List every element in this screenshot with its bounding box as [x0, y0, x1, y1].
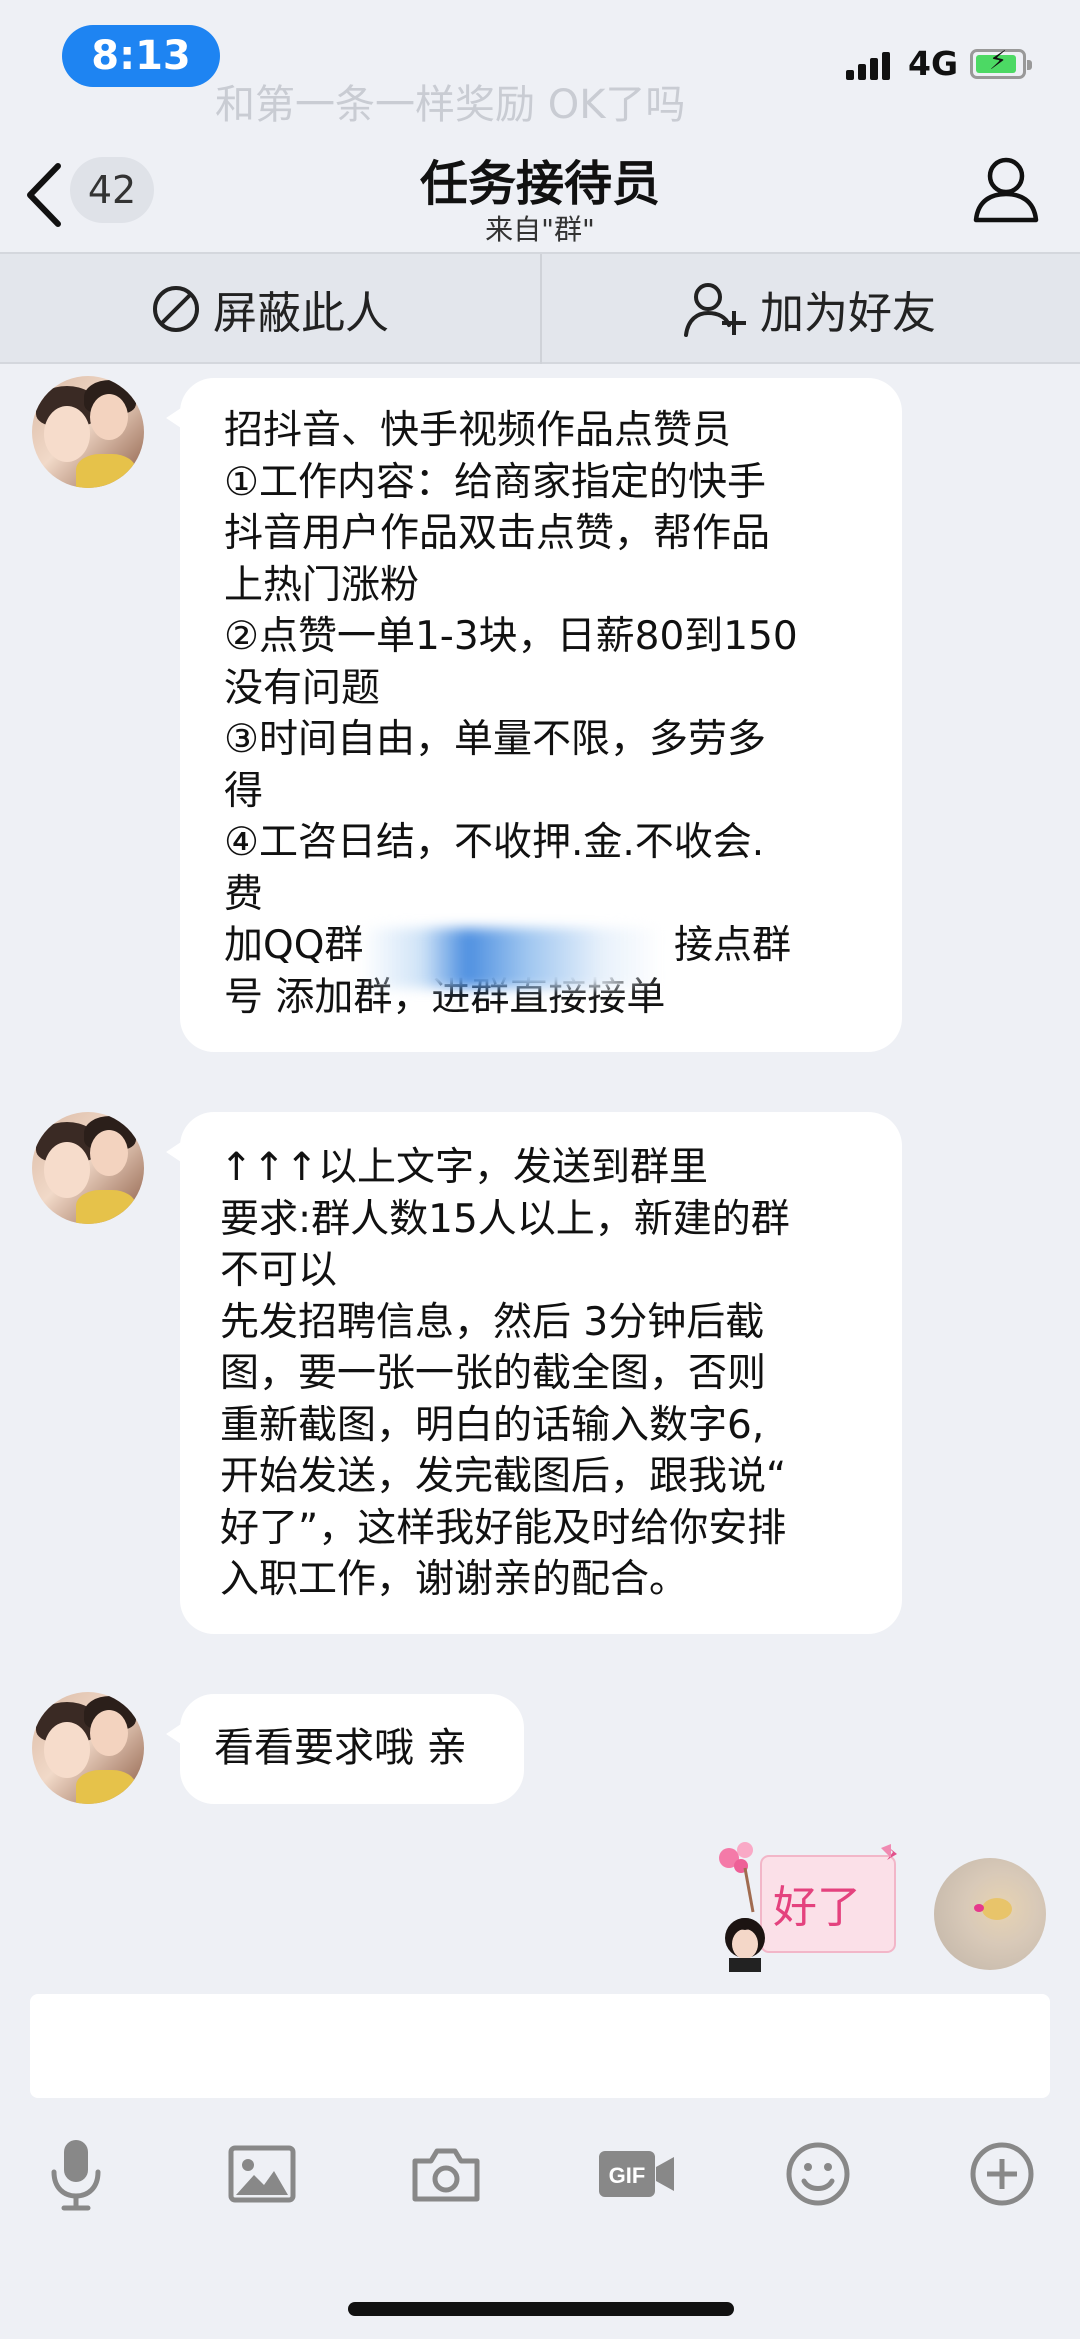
message-line: 不可以 — [220, 1248, 338, 1293]
status-time: 8:13 — [62, 25, 220, 87]
sticker-text: 好了 — [773, 1883, 861, 1932]
message-line: 开始发送，发完截图后，跟我说“ — [220, 1454, 787, 1499]
sender-avatar[interactable] — [32, 1112, 144, 1224]
status-bar: 8:13 和第一条一样奖励 OK了吗 4G ⚡ — [0, 0, 1080, 130]
add-friend-icon — [684, 283, 746, 337]
stranger-action-bar: 屏蔽此人 加为好友 — [0, 252, 1080, 364]
emoji-icon[interactable] — [778, 2134, 858, 2214]
message-line: 抖音用户作品双击点赞，帮作品 — [224, 511, 771, 556]
sender-avatar[interactable] — [32, 1692, 144, 1804]
add-friend-label: 加为好友 — [760, 288, 936, 339]
battery-icon: ⚡ — [970, 46, 1032, 79]
message-line: ③时间自由，单量不限，多劳多 — [224, 717, 766, 762]
message-line: ②点赞一单1-3块，日薪80到150 — [224, 614, 798, 659]
image-icon[interactable] — [222, 2134, 302, 2214]
chat-subtitle: 来自"群" — [485, 213, 595, 246]
message-line: 入职工作，谢谢亲的配合。 — [220, 1557, 689, 1602]
gif-icon[interactable]: GIF — [592, 2134, 682, 2214]
message-line: ↑↑↑以上文字，发送到群里 — [220, 1145, 709, 1190]
block-user-label: 屏蔽此人 — [213, 288, 389, 339]
message-line: ④工咨日结，不收押.金.不收会. — [224, 820, 765, 865]
svg-text:GIF: GIF — [609, 2163, 646, 2188]
chat-toolbar: GIF — [0, 2120, 1080, 2240]
home-indicator[interactable] — [348, 2302, 734, 2316]
add-friend-button[interactable]: 加为好友 — [540, 254, 1080, 364]
message-line: 得 — [224, 768, 264, 814]
message-line: 重新截图，明白的话输入数字6, — [220, 1402, 765, 1448]
message-line: 上热门涨粉 — [224, 562, 420, 608]
signal-icon — [846, 50, 896, 80]
message-line: 要求:群人数15人以上，新建的群 — [220, 1196, 790, 1242]
plus-icon[interactable] — [962, 2134, 1042, 2214]
message-text: ↑↑↑以上文字，发送到群里 要求:群人数15人以上，新建的群 不可以 先发招聘信… — [220, 1142, 790, 1606]
message-text: 看看要求哦 亲 — [214, 1725, 467, 1771]
microphone-icon[interactable] — [36, 2134, 116, 2214]
message-line: 没有问题 — [224, 665, 381, 711]
message-line: 好了”，这样我好能及时给你安排 — [220, 1505, 787, 1551]
my-avatar[interactable] — [934, 1858, 1046, 1970]
profile-icon[interactable] — [970, 152, 1042, 224]
message-line: 接点群 — [674, 923, 792, 968]
message-line: ①工作内容：给商家指定的快手 — [224, 459, 766, 505]
message-line: 加QQ群 — [224, 923, 364, 968]
message-line: 图，要一张一张的截全图，否则 — [220, 1351, 767, 1396]
block-user-button[interactable]: 屏蔽此人 — [0, 254, 540, 364]
sticker-message[interactable]: 好了 — [715, 1842, 905, 1972]
chat-title: 任务接待员 — [419, 156, 660, 212]
message-line: 先发招聘信息，然后 3分钟后截 — [220, 1299, 765, 1345]
message-line: 招抖音、快手视频作品点赞员 — [224, 408, 732, 453]
network-type: 4G — [908, 44, 959, 83]
camera-icon[interactable] — [406, 2134, 486, 2214]
block-icon — [153, 286, 199, 332]
sender-avatar[interactable] — [32, 376, 144, 488]
redacted-number — [362, 928, 662, 988]
message-line: 费 — [224, 871, 264, 917]
notification-preview: 和第一条一样奖励 OK了吗 — [215, 82, 686, 128]
message-input[interactable] — [30, 1994, 1050, 2098]
